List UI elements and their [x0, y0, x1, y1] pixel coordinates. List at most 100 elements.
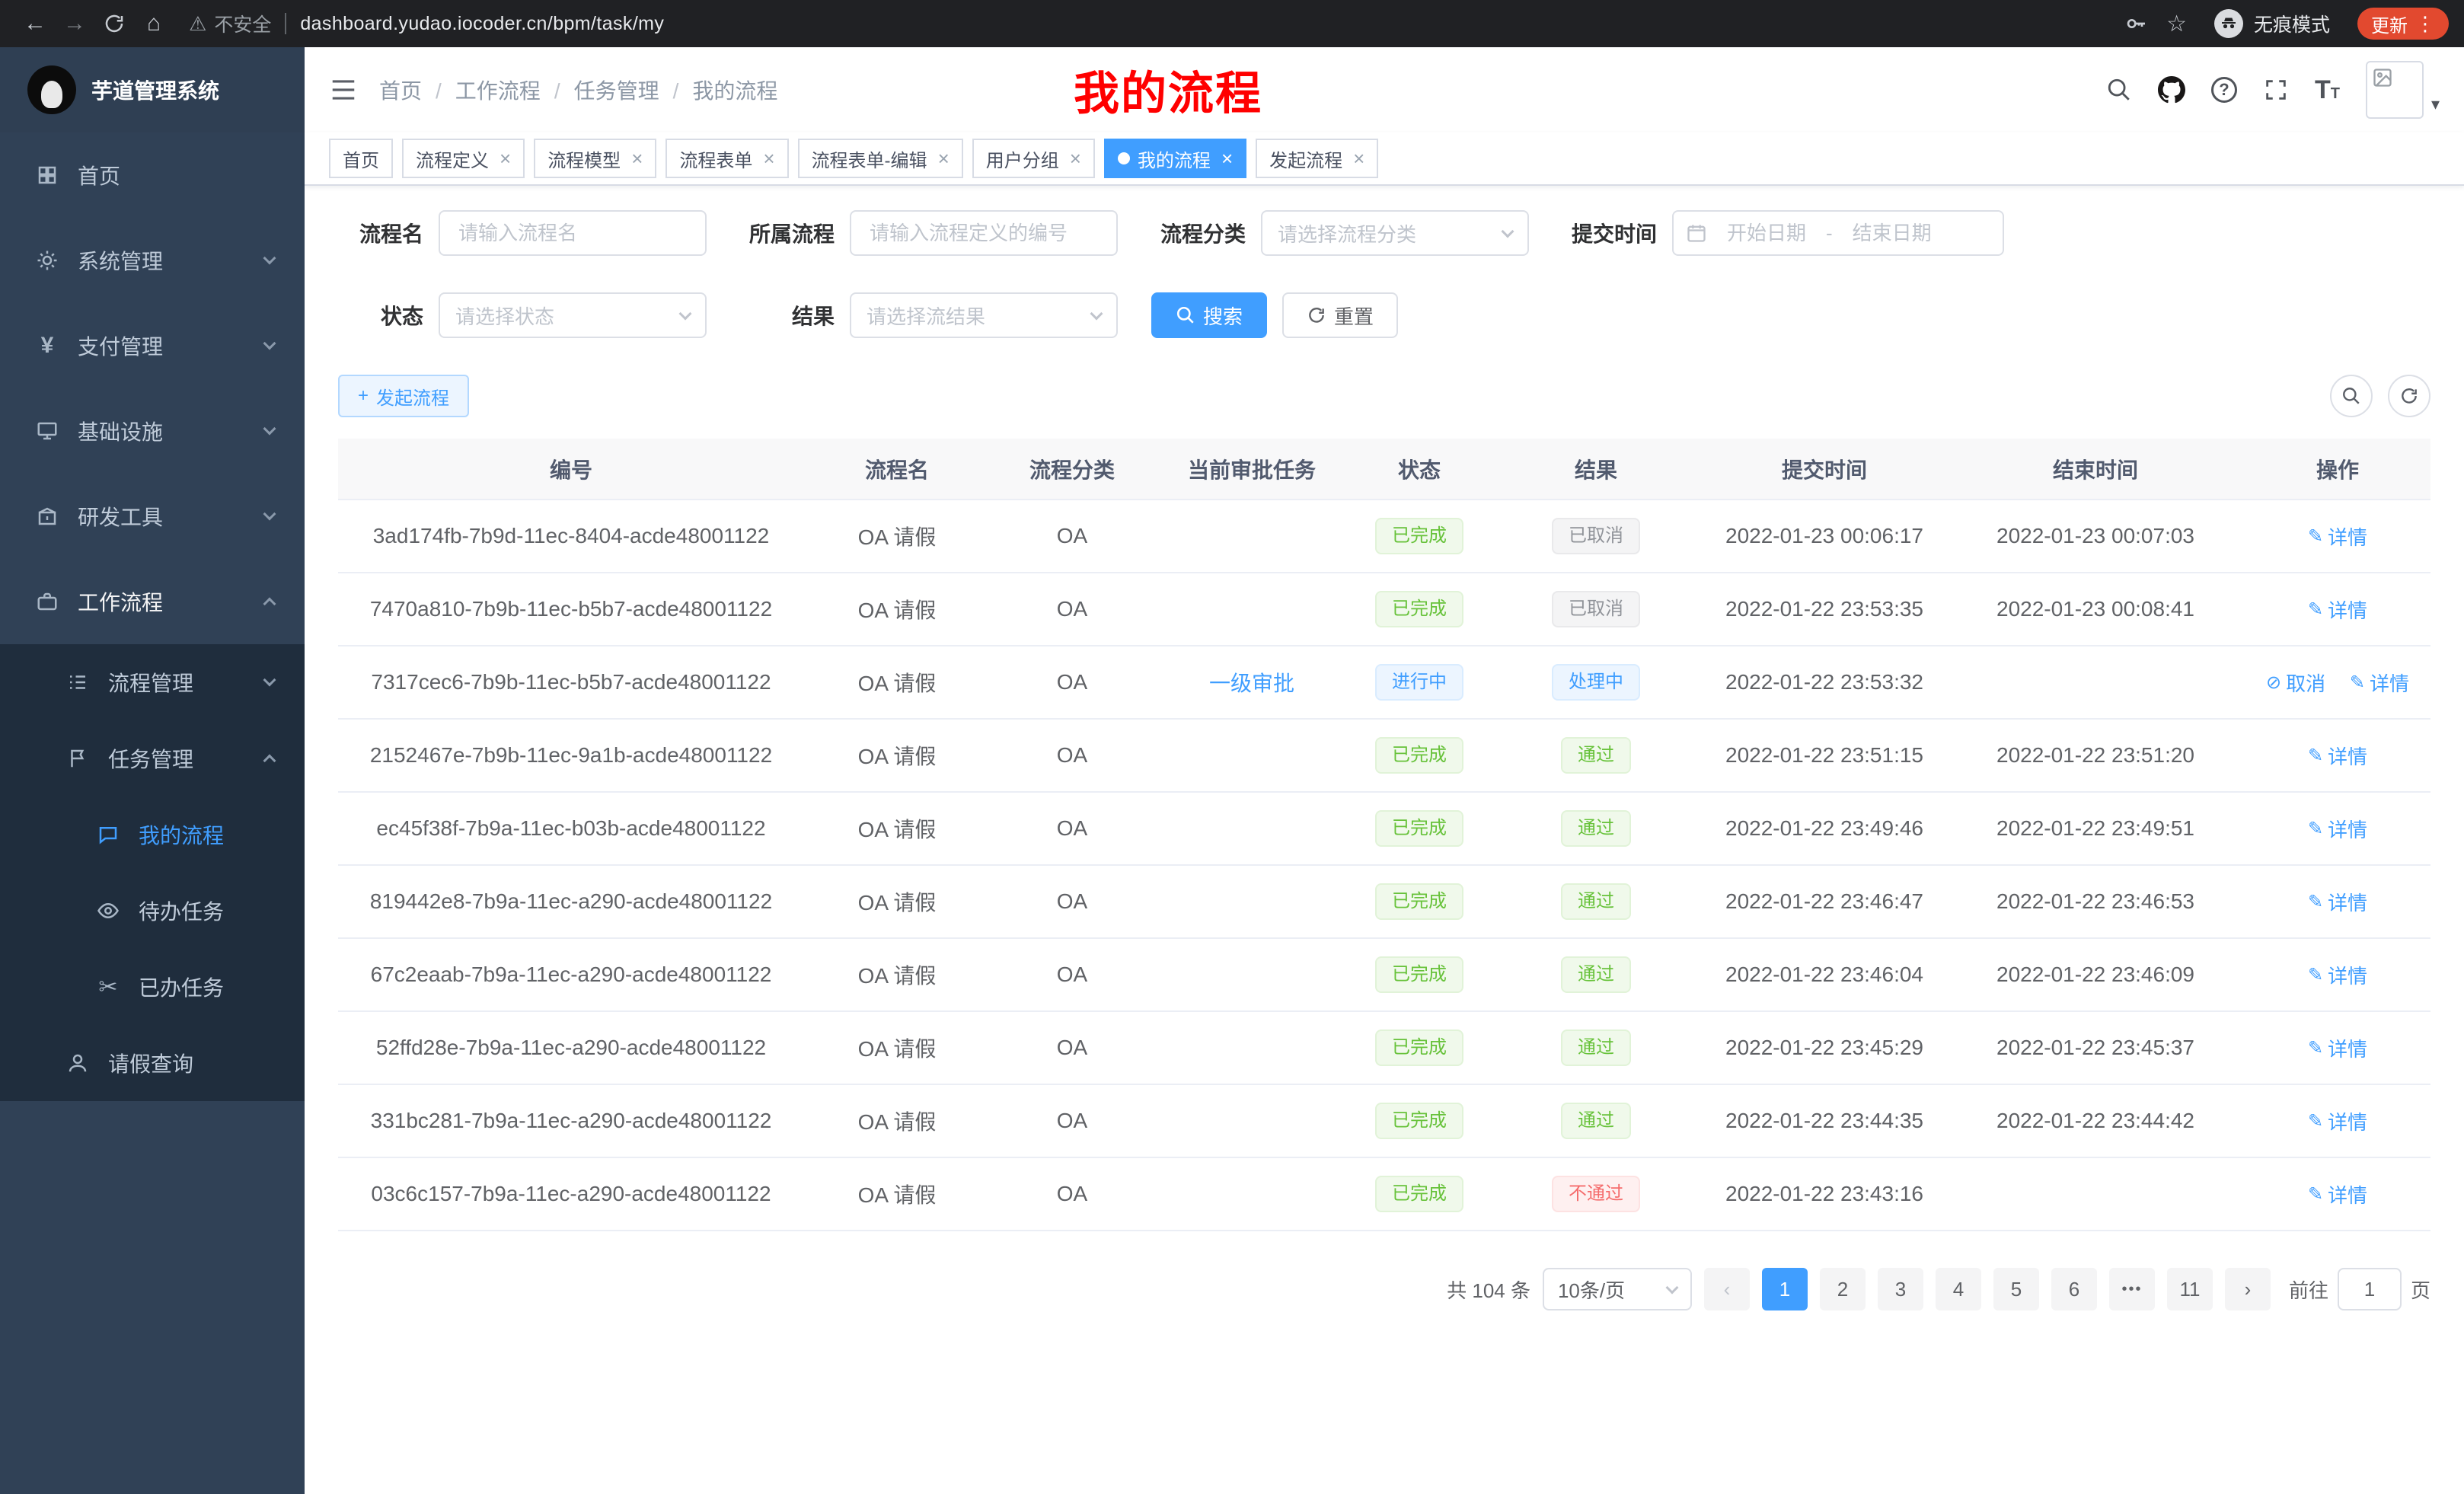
table-row: 331bc281-7b9a-11ec-a290-acde48001122 OA … — [338, 1084, 2430, 1157]
toggle-search-button[interactable] — [2330, 375, 2373, 417]
address-bar[interactable]: ⚠ 不安全 dashboard.yudao.iocoder.cn/bpm/tas… — [189, 10, 2108, 37]
forward-icon[interactable]: → — [55, 11, 94, 37]
page-button-5[interactable]: 5 — [1993, 1268, 2039, 1310]
sidebar-item-done-tasks[interactable]: ✂ 已办任务 — [0, 949, 305, 1025]
fullscreen-icon[interactable] — [2263, 77, 2289, 103]
page-button-11[interactable]: 11 — [2167, 1268, 2213, 1310]
breadcrumb-current: 我的流程 — [659, 75, 778, 105]
search-icon[interactable] — [2106, 77, 2132, 103]
tab-process-form[interactable]: 流程表单× — [665, 139, 788, 178]
search-button[interactable]: 搜索 — [1151, 292, 1267, 338]
sidebar-item-payment[interactable]: ¥ 支付管理 — [0, 303, 305, 388]
navbar-actions: ? TT ▾ — [2106, 61, 2440, 119]
tab-user-group[interactable]: 用户分组× — [972, 139, 1095, 178]
category-select[interactable]: 请选择流程分类 — [1261, 210, 1529, 256]
close-icon[interactable]: × — [631, 148, 643, 168]
plus-icon: + — [358, 385, 369, 407]
sidebar-item-leave-query[interactable]: 请假查询 — [0, 1025, 305, 1101]
back-icon[interactable]: ← — [15, 11, 55, 37]
page-button-6[interactable]: 6 — [2051, 1268, 2097, 1310]
start-date-input[interactable] — [1710, 220, 1823, 247]
user-menu[interactable]: ▾ — [2366, 61, 2440, 119]
incognito-profile-chip[interactable]: 无痕模式 — [2205, 6, 2339, 41]
filter-status: 状态 请选择状态 — [338, 292, 707, 338]
col-category: 流程分类 — [990, 439, 1154, 500]
result-badge: 已取消 — [1552, 518, 1640, 554]
close-icon[interactable]: × — [1070, 148, 1081, 168]
detail-link[interactable]: ✎详情 — [2308, 742, 2367, 770]
more-pages-button[interactable]: ••• — [2109, 1268, 2155, 1310]
page-button-3[interactable]: 3 — [1878, 1268, 1923, 1310]
page-button-1[interactable]: 1 — [1762, 1268, 1808, 1310]
detail-link[interactable]: ✎详情 — [2308, 961, 2367, 989]
chevron-up-icon — [263, 755, 276, 768]
close-icon[interactable]: × — [938, 148, 950, 168]
table-row: 7317cec6-7b9b-11ec-b5b7-acde48001122 OA … — [338, 646, 2430, 719]
key-icon[interactable] — [2124, 11, 2148, 36]
reset-button[interactable]: 重置 — [1282, 292, 1398, 338]
tab-home[interactable]: 首页 — [329, 139, 393, 178]
tab-process-definition[interactable]: 流程定义× — [402, 139, 525, 178]
close-icon[interactable]: × — [1221, 148, 1233, 168]
page-button-4[interactable]: 4 — [1936, 1268, 1981, 1310]
font-size-icon[interactable]: TT — [2315, 77, 2340, 103]
close-icon[interactable]: × — [763, 148, 774, 168]
sidebar-item-home[interactable]: 首页 — [0, 132, 305, 218]
breadcrumb-task-mgmt[interactable]: 任务管理 — [541, 75, 659, 105]
close-icon[interactable]: × — [1353, 148, 1364, 168]
page-button-2[interactable]: 2 — [1820, 1268, 1866, 1310]
sidebar-item-todo-tasks[interactable]: 待办任务 — [0, 873, 305, 949]
jump-input[interactable] — [2338, 1268, 2402, 1310]
sidebar-item-my-process[interactable]: 我的流程 — [0, 796, 305, 873]
detail-link[interactable]: ✎详情 — [2350, 669, 2409, 697]
detail-link[interactable]: ✎详情 — [2308, 595, 2367, 624]
detail-link[interactable]: ✎详情 — [2308, 522, 2367, 551]
reload-icon[interactable] — [94, 12, 134, 35]
close-icon[interactable]: × — [500, 148, 511, 168]
detail-link[interactable]: ✎详情 — [2308, 1107, 2367, 1135]
cancel-link[interactable]: ⊘取消 — [2266, 669, 2325, 697]
detail-link[interactable]: ✎详情 — [2308, 815, 2367, 843]
current-task-link[interactable]: 一级审批 — [1209, 667, 1294, 698]
end-date-input[interactable] — [1836, 220, 1949, 247]
col-current-task: 当前审批任务 — [1154, 439, 1349, 500]
status-select[interactable]: 请选择状态 — [439, 292, 707, 338]
sidebar-item-workflow[interactable]: 工作流程 — [0, 559, 305, 644]
tab-process-form-edit[interactable]: 流程表单-编辑× — [798, 139, 963, 178]
next-page-button[interactable]: › — [2225, 1268, 2271, 1310]
detail-link[interactable]: ✎详情 — [2308, 1034, 2367, 1062]
result-select[interactable]: 请选择流结果 — [850, 292, 1118, 338]
bookmark-star-icon[interactable]: ☆ — [2166, 11, 2187, 37]
detail-link[interactable]: ✎详情 — [2308, 1180, 2367, 1208]
browser-menu-icon[interactable]: ⋮ — [2415, 12, 2435, 36]
start-process-button[interactable]: + 发起流程 — [338, 375, 469, 417]
table-toolbar: + 发起流程 — [338, 375, 2430, 417]
sidebar-item-system[interactable]: 系统管理 — [0, 218, 305, 303]
process-def-input[interactable] — [850, 210, 1118, 256]
tab-start-process[interactable]: 发起流程× — [1256, 139, 1378, 178]
sidebar-toggle-icon[interactable] — [329, 75, 358, 104]
prev-page-button[interactable]: ‹ — [1704, 1268, 1750, 1310]
security-label: 不安全 — [214, 10, 271, 37]
github-icon[interactable] — [2158, 76, 2185, 104]
breadcrumb-home[interactable]: 首页 — [379, 75, 422, 105]
sidebar-item-devtools[interactable]: 研发工具 — [0, 474, 305, 559]
edit-icon: ✎ — [2308, 818, 2323, 840]
tab-my-process[interactable]: 我的流程× — [1104, 139, 1246, 178]
app-logo — [27, 65, 76, 114]
page-size-select[interactable]: 10条/页 — [1543, 1268, 1692, 1310]
tab-process-model[interactable]: 流程模型× — [534, 139, 656, 178]
help-icon[interactable]: ? — [2211, 77, 2237, 103]
breadcrumb-workflow[interactable]: 工作流程 — [422, 75, 541, 105]
home-icon[interactable]: ⌂ — [134, 11, 174, 37]
browser-update-button[interactable]: 更新 ⋮ — [2357, 8, 2449, 40]
detail-link[interactable]: ✎详情 — [2308, 888, 2367, 916]
sidebar-item-process-mgmt[interactable]: 流程管理 — [0, 644, 305, 720]
refresh-icon — [1307, 305, 1326, 325]
date-range-picker[interactable]: - — [1672, 210, 2004, 256]
list-icon — [61, 671, 94, 694]
sidebar-item-task-mgmt[interactable]: 任务管理 — [0, 720, 305, 796]
sidebar-item-infra[interactable]: 基础设施 — [0, 388, 305, 474]
refresh-table-button[interactable] — [2388, 375, 2430, 417]
name-input[interactable] — [439, 210, 707, 256]
